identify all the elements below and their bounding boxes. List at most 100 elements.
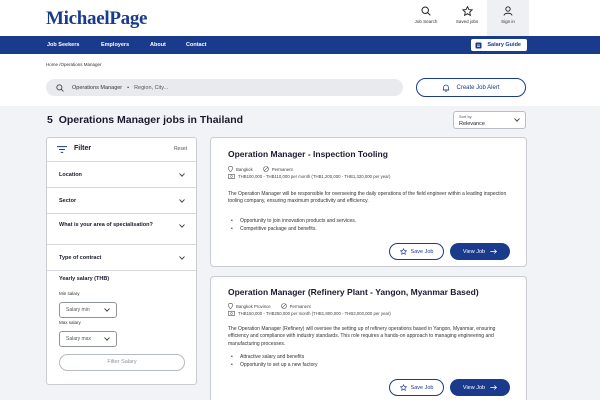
filter-specialisation-label: What is your area of specialisation? bbox=[59, 222, 153, 228]
job-highlights: Attractive salary and benefits Opportuni… bbox=[228, 353, 318, 369]
sign-in-button[interactable]: Sign in bbox=[487, 0, 529, 36]
location-pin-icon bbox=[228, 303, 233, 309]
salary-max-value: Salary max bbox=[66, 336, 92, 342]
keyword-value[interactable]: Operations Manager bbox=[72, 85, 122, 91]
job-salary: THB150,000 - THB250,000 per month (THB1,… bbox=[238, 311, 391, 316]
salary-guide-label: Salary Guide bbox=[487, 42, 521, 48]
view-job-button[interactable]: View Job bbox=[450, 243, 510, 260]
money-icon bbox=[228, 174, 235, 179]
job-meta: Bangkok Permanent bbox=[228, 166, 293, 172]
sort-by-select[interactable]: Sort by Relevance bbox=[453, 111, 526, 129]
nav-about[interactable]: About bbox=[150, 36, 166, 54]
arrow-right-icon bbox=[490, 385, 498, 390]
search-icon bbox=[56, 83, 64, 92]
star-icon bbox=[399, 248, 407, 255]
save-job-button[interactable]: Save Job bbox=[389, 243, 444, 260]
job-title[interactable]: Operation Manager - Inspection Tooling bbox=[228, 149, 388, 159]
filter-title: Filter bbox=[74, 145, 92, 152]
filter-sector-label: Sector bbox=[59, 198, 77, 204]
save-job-label: Save Job bbox=[410, 384, 434, 391]
arrow-right-icon bbox=[490, 249, 498, 254]
location-input[interactable]: Region, City... bbox=[134, 85, 168, 91]
view-job-button[interactable]: View Job bbox=[450, 379, 510, 396]
filter-contract-label: Type of contract bbox=[59, 255, 102, 261]
chevron-down-icon bbox=[104, 308, 110, 312]
job-card[interactable]: Operation Manager - Inspection Tooling B… bbox=[210, 137, 527, 267]
job-location: Bangkok Province bbox=[236, 303, 271, 309]
location-pin-icon bbox=[228, 166, 233, 172]
view-job-label: View Job bbox=[462, 248, 486, 255]
saved-jobs-label: Saved jobs bbox=[455, 19, 479, 24]
job-highlight: Opportunity to set up a new factory bbox=[228, 361, 318, 369]
filter-location[interactable]: Location bbox=[47, 162, 196, 188]
job-salary: THB100,000 - THB110,000 per month (THB1,… bbox=[238, 174, 391, 179]
chevron-down-icon bbox=[179, 199, 185, 203]
search-icon bbox=[421, 6, 431, 16]
chevron-down-icon bbox=[179, 224, 185, 228]
job-highlight: Attractive salary and benefits bbox=[228, 353, 318, 361]
results-count: 5 bbox=[47, 114, 53, 126]
job-contract: Permanent bbox=[271, 166, 293, 172]
chevron-down-icon bbox=[179, 256, 185, 260]
job-highlight: Opportunity to join innovation products … bbox=[228, 217, 356, 225]
save-job-button[interactable]: Save Job bbox=[389, 379, 444, 396]
money-icon bbox=[228, 311, 235, 316]
min-salary-label: Min salary bbox=[59, 291, 80, 296]
separator-dot: • bbox=[127, 84, 130, 91]
breadcrumb[interactable]: Home /Operations Manager bbox=[46, 62, 102, 67]
filter-sector[interactable]: Sector bbox=[47, 188, 196, 214]
contract-icon bbox=[262, 166, 269, 172]
create-job-alert-label: Create Job Alert bbox=[456, 84, 500, 91]
job-search-button[interactable]: Job Search bbox=[405, 0, 447, 36]
salary-min-value: Salary min bbox=[66, 307, 90, 313]
saved-jobs-button[interactable]: Saved jobs bbox=[446, 0, 488, 36]
job-description: The Operation Manager (Refinery) will ov… bbox=[228, 326, 496, 347]
site-header: MichaelPage Job Search Saved jobs Sign i… bbox=[0, 0, 600, 36]
star-icon bbox=[399, 384, 407, 391]
filter-contract-type[interactable]: Type of contract bbox=[47, 245, 196, 271]
filter-salary-button[interactable]: Filter Salary bbox=[59, 354, 185, 371]
salary-max-select[interactable]: Salary max bbox=[59, 331, 117, 347]
job-title[interactable]: Operation Manager (Refinery Plant - Yang… bbox=[228, 287, 479, 297]
view-job-label: View Job bbox=[462, 384, 486, 391]
job-salary-row: THB100,000 - THB110,000 per month (THB1,… bbox=[228, 174, 390, 179]
filter-header: Filter Reset bbox=[47, 138, 196, 162]
chevron-down-icon bbox=[514, 118, 520, 122]
nav-employers[interactable]: Employers bbox=[101, 36, 129, 54]
chevron-down-icon bbox=[179, 173, 185, 177]
nav-contact[interactable]: Contact bbox=[186, 36, 206, 54]
user-icon bbox=[503, 6, 513, 16]
sort-value: Relevance bbox=[459, 120, 485, 127]
star-icon bbox=[461, 6, 473, 16]
job-location: Bangkok bbox=[236, 166, 253, 172]
salary-guide-button[interactable]: Salary Guide bbox=[471, 39, 527, 51]
document-icon bbox=[475, 42, 482, 48]
job-search-label: Job Search bbox=[414, 19, 438, 24]
max-salary-label: Max salary bbox=[59, 320, 81, 325]
job-meta: Bangkok Province Permanent bbox=[228, 303, 311, 309]
filter-reset-link[interactable]: Reset bbox=[174, 146, 187, 152]
job-description: The Operation Manager will be responsibl… bbox=[228, 191, 507, 205]
filter-location-label: Location bbox=[59, 172, 82, 178]
chevron-down-icon bbox=[104, 337, 110, 341]
bell-icon bbox=[443, 84, 450, 92]
job-highlights: Opportunity to join innovation products … bbox=[228, 217, 356, 233]
filter-specialisation[interactable]: What is your area of specialisation? bbox=[47, 214, 196, 245]
results-heading: 5 Operations Manager jobs in Thailand bbox=[47, 114, 243, 126]
job-salary-row: THB150,000 - THB250,000 per month (THB1,… bbox=[228, 311, 391, 316]
create-job-alert-button[interactable]: Create Job Alert bbox=[416, 78, 526, 97]
filter-panel: Filter Reset Location Sector What is you… bbox=[46, 137, 197, 385]
michael-page-logo[interactable]: MichaelPage bbox=[46, 8, 147, 30]
results-title-text: Operations Manager jobs in Thailand bbox=[58, 114, 244, 126]
save-job-label: Save Job bbox=[410, 248, 434, 255]
filter-icon bbox=[57, 146, 67, 153]
yearly-salary-title: Yearly salary (THB) bbox=[59, 276, 110, 282]
job-card[interactable]: Operation Manager (Refinery Plant - Yang… bbox=[210, 276, 527, 400]
job-search-bar[interactable]: Operations Manager • Region, City... bbox=[46, 79, 403, 96]
main-nav: Job Seekers Employers About Contact Sala… bbox=[0, 36, 600, 54]
job-contract: Permanent bbox=[289, 303, 311, 309]
nav-job-seekers[interactable]: Job Seekers bbox=[47, 36, 79, 54]
job-highlight: Competitive package and benefits. bbox=[228, 225, 356, 233]
sign-in-label: Sign in bbox=[501, 19, 515, 24]
salary-min-select[interactable]: Salary min bbox=[59, 302, 117, 318]
